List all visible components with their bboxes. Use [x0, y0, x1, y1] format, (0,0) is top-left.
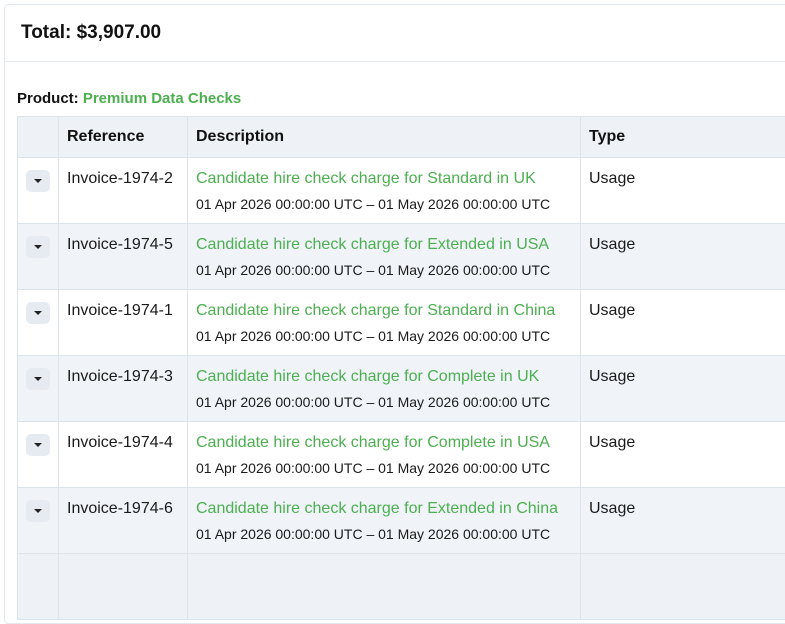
type-cell: Usage: [589, 500, 635, 517]
caret-down-icon: [34, 245, 42, 249]
billing-period: 01 Apr 2026 00:00:00 UTC – 01 May 2026 0…: [196, 394, 580, 410]
column-header-type: Type: [581, 117, 785, 158]
total-value: $3,907.00: [77, 22, 162, 44]
type-cell: Usage: [589, 368, 635, 385]
type-cell: Usage: [589, 236, 635, 253]
table-row: Invoice-1974-5 Candidate hire check char…: [18, 224, 785, 290]
caret-down-icon: [34, 179, 42, 183]
column-header-description: Description: [188, 117, 581, 158]
billing-period: 01 Apr 2026 00:00:00 UTC – 01 May 2026 0…: [196, 460, 580, 476]
type-cell: Usage: [589, 302, 635, 319]
description-link[interactable]: Candidate hire check charge for Standard…: [196, 302, 580, 320]
description-link[interactable]: Candidate hire check charge for Complete…: [196, 368, 580, 386]
table-row: Invoice-1974-2 Candidate hire check char…: [18, 158, 785, 224]
caret-down-icon: [34, 311, 42, 315]
table-row: Invoice-1974-3 Candidate hire check char…: [18, 356, 785, 422]
product-line: Product: Premium Data Checks: [17, 90, 241, 107]
description-link[interactable]: Candidate hire check charge for Extended…: [196, 500, 580, 518]
billing-period: 01 Apr 2026 00:00:00 UTC – 01 May 2026 0…: [196, 328, 580, 344]
caret-down-icon: [34, 509, 42, 513]
reference-cell: Invoice-1974-3: [67, 368, 173, 385]
total-label: Total:: [21, 22, 71, 44]
reference-cell: Invoice-1974-1: [67, 302, 173, 319]
description-link[interactable]: Candidate hire check charge for Standard…: [196, 170, 580, 188]
billing-period: 01 Apr 2026 00:00:00 UTC – 01 May 2026 0…: [196, 526, 580, 542]
reference-cell: Invoice-1974-2: [67, 170, 173, 187]
description-link[interactable]: Candidate hire check charge for Complete…: [196, 434, 580, 452]
expand-row-button[interactable]: [26, 434, 50, 456]
reference-cell: Invoice-1974-5: [67, 236, 173, 253]
expand-row-button[interactable]: [26, 368, 50, 390]
expand-row-button[interactable]: [26, 302, 50, 324]
type-cell: Usage: [589, 434, 635, 451]
reference-cell: Invoice-1974-4: [67, 434, 173, 451]
billing-period: 01 Apr 2026 00:00:00 UTC – 01 May 2026 0…: [196, 196, 580, 212]
type-cell: Usage: [589, 170, 635, 187]
column-header-expand: [18, 117, 59, 158]
table-footer-row: [18, 554, 785, 620]
product-name: Premium Data Checks: [83, 90, 241, 107]
column-header-reference: Reference: [59, 117, 188, 158]
total-bar: Total: $3,907.00: [5, 5, 785, 62]
billing-period: 01 Apr 2026 00:00:00 UTC – 01 May 2026 0…: [196, 262, 580, 278]
expand-row-button[interactable]: [26, 170, 50, 192]
product-label: Product:: [17, 90, 79, 107]
table-row: Invoice-1974-6 Candidate hire check char…: [18, 488, 785, 554]
table-row: Invoice-1974-1 Candidate hire check char…: [18, 290, 785, 356]
line-items-table: Reference Description Type Invoice-1974-…: [17, 116, 785, 620]
description-link[interactable]: Candidate hire check charge for Extended…: [196, 236, 580, 254]
expand-row-button[interactable]: [26, 236, 50, 258]
table-header-row: Reference Description Type: [18, 117, 785, 158]
caret-down-icon: [34, 377, 42, 381]
table-row: Invoice-1974-4 Candidate hire check char…: [18, 422, 785, 488]
reference-cell: Invoice-1974-6: [67, 500, 173, 517]
expand-row-button[interactable]: [26, 500, 50, 522]
caret-down-icon: [34, 443, 42, 447]
